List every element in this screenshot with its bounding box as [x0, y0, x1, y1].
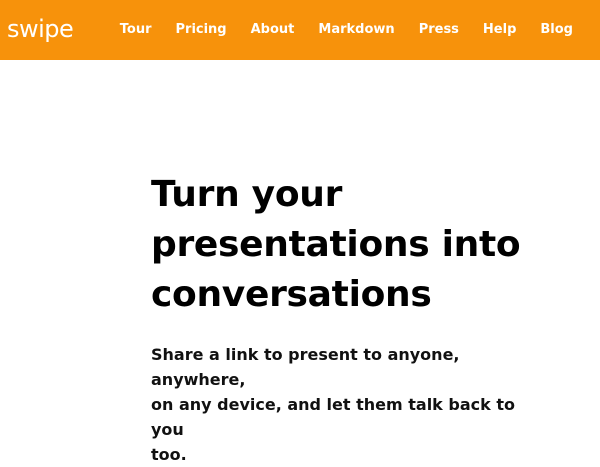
nav-link-about[interactable]: About: [239, 0, 307, 60]
nav-link-blog[interactable]: Blog: [528, 0, 600, 60]
nav-link-help[interactable]: Help: [471, 0, 528, 60]
nav-link-press[interactable]: Press: [407, 0, 471, 60]
hero-title: Turn your presentations into conversatio…: [151, 170, 571, 320]
top-navigation-bar: swipe Tour Pricing About Markdown Press …: [0, 0, 600, 60]
hero-section: Turn your presentations into conversatio…: [151, 170, 571, 467]
hero-title-line: presentations into: [151, 224, 521, 265]
nav-link-tour[interactable]: Tour: [108, 0, 164, 60]
hero-title-line: conversations: [151, 274, 432, 315]
swipe-logo[interactable]: swipe: [7, 13, 74, 45]
hero-subtitle-line: on any device, and let them talk back to…: [151, 395, 515, 439]
hero-subtitle-line: Share a link to present to anyone, anywh…: [151, 345, 460, 389]
hero-title-line: Turn your: [151, 174, 343, 215]
nav-link-pricing[interactable]: Pricing: [164, 0, 239, 60]
nav-link-markdown[interactable]: Markdown: [306, 0, 406, 60]
hero-subtitle-line: too.: [151, 445, 187, 464]
main-nav: Tour Pricing About Markdown Press Help B…: [108, 0, 600, 60]
hero-subtitle: Share a link to present to anyone, anywh…: [151, 342, 551, 467]
